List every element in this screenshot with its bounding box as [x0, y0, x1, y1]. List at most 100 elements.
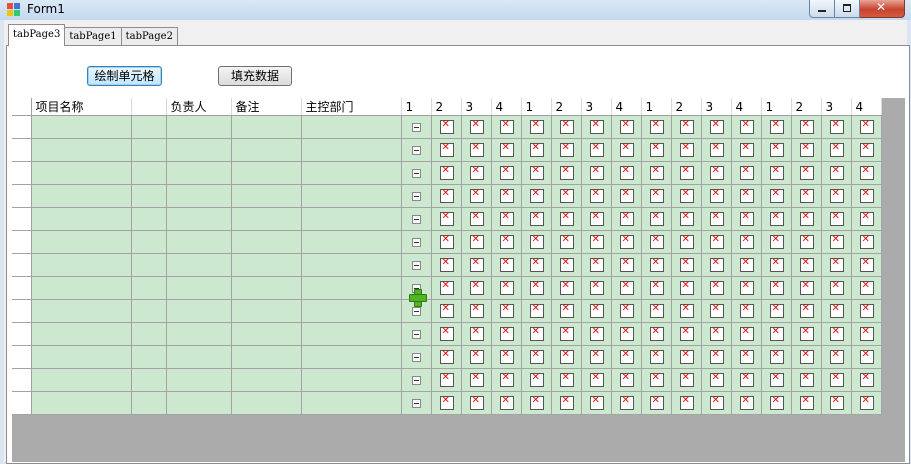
- grid-cell[interactable]: [671, 299, 702, 323]
- grid-cell[interactable]: [851, 322, 882, 346]
- collapse-icon[interactable]: [411, 238, 421, 247]
- column-header[interactable]: 4: [611, 98, 642, 116]
- grid-cell[interactable]: [761, 184, 792, 208]
- grid-cell[interactable]: [166, 322, 232, 346]
- grid-cell[interactable]: [461, 207, 492, 231]
- grid-cell[interactable]: [401, 207, 432, 231]
- grid-cell[interactable]: [761, 345, 792, 369]
- column-header[interactable]: 4: [731, 98, 762, 116]
- grid-cell[interactable]: [491, 230, 522, 254]
- grid-cell[interactable]: [491, 138, 522, 162]
- grid-cell[interactable]: [731, 368, 762, 392]
- grid-cell[interactable]: [166, 253, 232, 277]
- grid-cell[interactable]: [611, 322, 642, 346]
- grid-cell[interactable]: [701, 115, 732, 139]
- grid-cell[interactable]: [731, 322, 762, 346]
- grid-cell[interactable]: [791, 184, 822, 208]
- grid-cell[interactable]: [301, 345, 402, 369]
- plus-icon[interactable]: [408, 289, 427, 307]
- grid-cell[interactable]: [461, 161, 492, 185]
- grid-cell[interactable]: [491, 161, 522, 185]
- grid-cell[interactable]: [131, 276, 167, 300]
- grid-cell[interactable]: [611, 345, 642, 369]
- data-grid[interactable]: 项目名称 负责人 备注 主控部门 1 2 3 4 1 2 3 4 1 2 3 4 1 2 3 4: [12, 98, 905, 462]
- grid-cell[interactable]: [31, 230, 132, 254]
- grid-cell[interactable]: [761, 138, 792, 162]
- grid-cell[interactable]: [301, 184, 402, 208]
- grid-cell[interactable]: [851, 391, 882, 415]
- grid-cell[interactable]: [131, 161, 167, 185]
- grid-cell[interactable]: [821, 368, 852, 392]
- grid-cell[interactable]: [761, 230, 792, 254]
- grid-cell[interactable]: [611, 368, 642, 392]
- grid-cell[interactable]: [581, 115, 612, 139]
- grid-cell[interactable]: [401, 391, 432, 415]
- grid-cell[interactable]: [166, 391, 232, 415]
- grid-cell[interactable]: [461, 184, 492, 208]
- grid-cell[interactable]: [31, 322, 132, 346]
- grid-cell[interactable]: [301, 322, 402, 346]
- grid-cell[interactable]: [521, 276, 552, 300]
- grid-cell[interactable]: [641, 368, 672, 392]
- grid-cell[interactable]: [701, 391, 732, 415]
- collapse-icon[interactable]: [411, 169, 421, 178]
- grid-cell[interactable]: [611, 207, 642, 231]
- grid-cell[interactable]: [611, 138, 642, 162]
- column-header[interactable]: 4: [491, 98, 522, 116]
- grid-cell[interactable]: [491, 299, 522, 323]
- grid-cell[interactable]: [551, 368, 582, 392]
- grid-cell[interactable]: [461, 391, 492, 415]
- column-header[interactable]: 3: [821, 98, 852, 116]
- grid-cell[interactable]: [431, 230, 462, 254]
- grid-cell[interactable]: [731, 345, 762, 369]
- grid-cell[interactable]: [31, 368, 132, 392]
- grid-cell[interactable]: [731, 184, 762, 208]
- grid-cell[interactable]: [431, 322, 462, 346]
- row-header[interactable]: [12, 276, 32, 300]
- grid-cell[interactable]: [701, 161, 732, 185]
- grid-cell[interactable]: [761, 115, 792, 139]
- grid-cell[interactable]: [581, 391, 612, 415]
- grid-cell[interactable]: [431, 115, 462, 139]
- grid-cell[interactable]: [581, 368, 612, 392]
- grid-cell[interactable]: [301, 253, 402, 277]
- collapse-icon[interactable]: [411, 376, 421, 385]
- grid-cell[interactable]: [791, 138, 822, 162]
- grid-cell[interactable]: [31, 184, 132, 208]
- grid-cell[interactable]: [521, 115, 552, 139]
- grid-cell[interactable]: [401, 230, 432, 254]
- column-header[interactable]: 备注: [231, 98, 302, 116]
- column-header[interactable]: [131, 98, 167, 116]
- grid-cell[interactable]: [611, 299, 642, 323]
- row-header[interactable]: [12, 299, 32, 323]
- grid-cell[interactable]: [641, 299, 672, 323]
- grid-cell[interactable]: [551, 230, 582, 254]
- grid-cell[interactable]: [231, 345, 302, 369]
- row-header[interactable]: [12, 207, 32, 231]
- grid-cell[interactable]: [551, 276, 582, 300]
- grid-cell[interactable]: [401, 345, 432, 369]
- grid-cell[interactable]: [401, 253, 432, 277]
- grid-cell[interactable]: [821, 161, 852, 185]
- grid-cell[interactable]: [551, 322, 582, 346]
- grid-cell[interactable]: [641, 138, 672, 162]
- grid-cell[interactable]: [301, 138, 402, 162]
- grid-cell[interactable]: [731, 115, 762, 139]
- grid-cell[interactable]: [401, 184, 432, 208]
- grid-cell[interactable]: [461, 276, 492, 300]
- grid-cell[interactable]: [641, 322, 672, 346]
- grid-cell[interactable]: [671, 276, 702, 300]
- column-header[interactable]: 3: [581, 98, 612, 116]
- table-row[interactable]: [12, 391, 882, 415]
- grid-cell[interactable]: [641, 276, 672, 300]
- column-header[interactable]: 1: [401, 98, 432, 116]
- column-header[interactable]: 4: [851, 98, 882, 116]
- grid-cell[interactable]: [521, 391, 552, 415]
- grid-cell[interactable]: [521, 253, 552, 277]
- grid-cell[interactable]: [611, 230, 642, 254]
- grid-cell[interactable]: [791, 299, 822, 323]
- grid-cell[interactable]: [551, 184, 582, 208]
- grid-cell[interactable]: [31, 299, 132, 323]
- grid-cell[interactable]: [551, 207, 582, 231]
- grid-cell[interactable]: [671, 230, 702, 254]
